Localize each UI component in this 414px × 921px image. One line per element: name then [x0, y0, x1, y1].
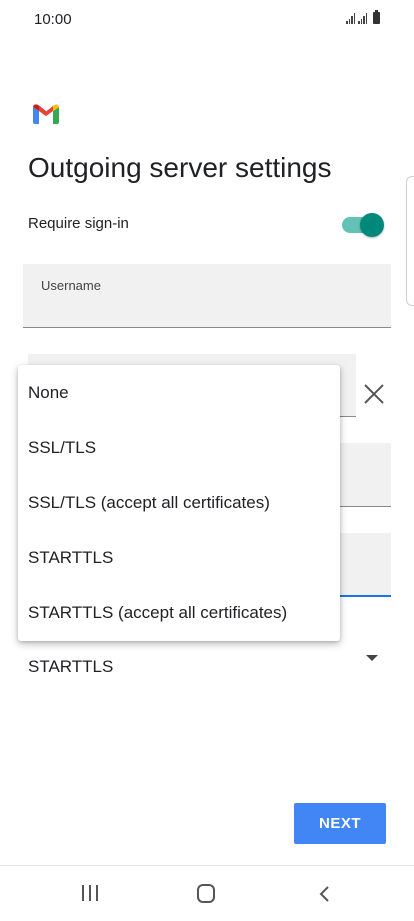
gmail-logo-icon [33, 104, 59, 124]
signal-icon [346, 12, 355, 24]
menu-item-starttls[interactable]: STARTTLS [18, 530, 340, 585]
security-options-menu: None SSL/TLS SSL/TLS (accept all certifi… [18, 365, 340, 641]
status-icons [346, 10, 380, 24]
home-icon[interactable] [197, 884, 215, 903]
recent-apps-icon[interactable] [82, 885, 98, 901]
username-field[interactable]: Username [23, 264, 391, 328]
require-signin-label: Require sign-in [28, 215, 129, 232]
require-signin-row: Require sign-in [28, 212, 384, 238]
scroll-handle[interactable] [406, 176, 414, 306]
toggle-thumb [360, 213, 384, 237]
close-icon[interactable] [362, 382, 386, 406]
next-button[interactable]: NEXT [294, 803, 386, 844]
signal-icon [358, 12, 367, 24]
chevron-down-icon [366, 655, 378, 661]
security-type-select[interactable]: STARTTLS [28, 645, 378, 689]
battery-icon [373, 10, 380, 24]
back-icon[interactable] [315, 884, 335, 904]
status-time: 10:00 [34, 11, 72, 28]
menu-item-ssl-tls-accept-all[interactable]: SSL/TLS (accept all certificates) [18, 475, 340, 530]
status-bar: 10:00 [0, 0, 414, 40]
security-type-value: STARTTLS [28, 657, 114, 676]
page-title: Outgoing server settings [28, 152, 332, 183]
menu-item-none[interactable]: None [18, 365, 340, 420]
menu-item-ssl-tls[interactable]: SSL/TLS [18, 420, 340, 475]
menu-item-starttls-accept-all[interactable]: STARTTLS (accept all certificates) [18, 585, 340, 640]
require-signin-toggle[interactable] [342, 212, 384, 238]
username-label: Username [41, 278, 101, 293]
navigation-bar [0, 865, 414, 921]
